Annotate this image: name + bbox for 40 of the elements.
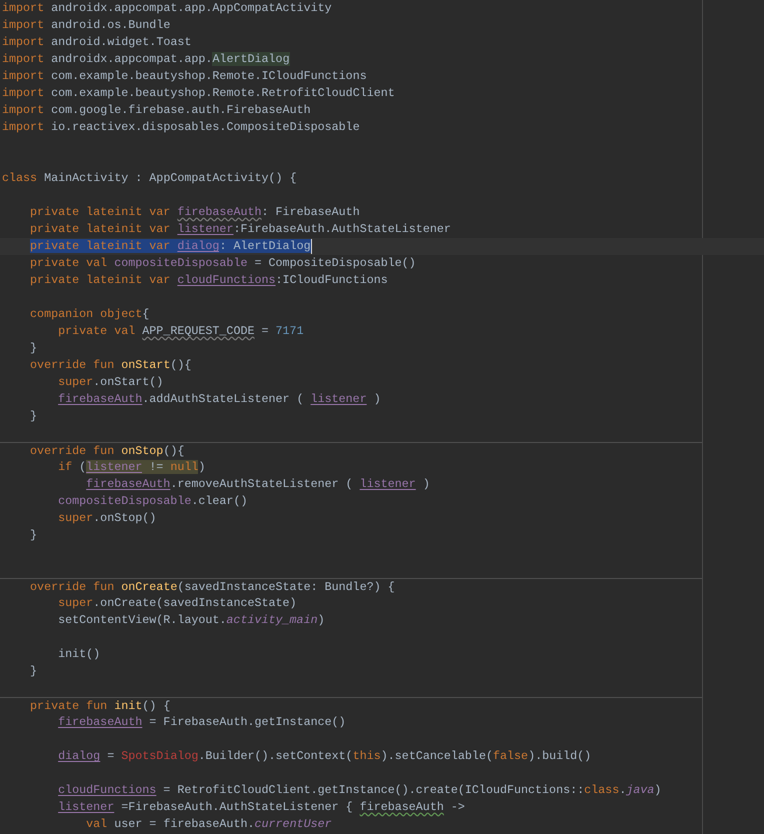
code-line: private lateinit var dialog: AlertDialog (30, 238, 311, 255)
code-line: init() (58, 646, 100, 663)
code-line: import android.os.Bundle (2, 17, 170, 34)
code-line: } (30, 340, 38, 357)
code-line: setContentView(R.layout.activity_main) (58, 612, 325, 629)
code-line: private fun init() { (30, 698, 170, 714)
code-line: import com.google.firebase.auth.FirebaseAuth (2, 102, 311, 119)
code-line: import io.reactivex.disposables.CompositeDisposable (2, 119, 360, 136)
code-line: val user = firebaseAuth.currentUser (86, 816, 332, 833)
code-line: private lateinit var firebaseAuth: FirebaseAuth (30, 204, 360, 221)
code-line: } (30, 663, 38, 680)
code-line: override fun onCreate(savedInstanceState: Bundle?) { (30, 578, 395, 596)
code-line: super.onStart() (58, 374, 164, 391)
code-line: firebaseAuth.removeAuthStateListener ( listener ) (86, 476, 430, 493)
code-editor[interactable] (0, 0, 764, 834)
code-line: private lateinit var cloudFunctions:ICloudFunctions (30, 272, 388, 289)
code-line: firebaseAuth = FirebaseAuth.getInstance() (58, 714, 346, 731)
code-line: private val APP_REQUEST_CODE = 7171 (58, 323, 304, 340)
code-line: if (listener != null) (58, 459, 206, 476)
code-line: } (30, 527, 38, 544)
code-line: listener =FirebaseAuth.AuthStateListener { firebaseAuth -> (58, 799, 465, 816)
code-line: import androidx.appcompat.app.AlertDialog (2, 51, 290, 68)
code-line: } (30, 408, 38, 425)
code-line: super.onCreate(savedInstanceState) (58, 595, 297, 612)
code-line: firebaseAuth.addAuthStateListener ( listener ) (58, 391, 381, 408)
code-line: import android.widget.Toast (2, 34, 192, 51)
code-line: private val compositeDisposable = CompositeDisposable() (30, 255, 416, 272)
code-line: companion object{ (30, 306, 150, 323)
code-line: override fun onStart(){ (30, 357, 192, 374)
code-line: import androidx.appcompat.app.AppCompatActivity (2, 0, 332, 17)
code-line: override fun onStop(){ (30, 442, 184, 460)
code-line: private lateinit var listener:FirebaseAuth.AuthStateListener (30, 221, 451, 238)
text-cursor (310, 239, 312, 254)
code-line: dialog = SpotsDialog.Builder().setContext(this).setCancelable(false).build() (58, 748, 592, 765)
code-line: super.onStop() (58, 510, 156, 527)
code-line: compositeDisposable.clear() (58, 493, 248, 510)
code-line: import com.example.beautyshop.Remote.ICloudFunctions (2, 68, 367, 85)
code-line: import com.example.beautyshop.Remote.RetrofitCloudClient (2, 85, 395, 102)
code-line: cloudFunctions = RetrofitCloudClient.getInstance().create(ICloudFunctions::class.java) (58, 782, 662, 799)
code-line: class MainActivity : AppCompatActivity() { (2, 170, 297, 187)
